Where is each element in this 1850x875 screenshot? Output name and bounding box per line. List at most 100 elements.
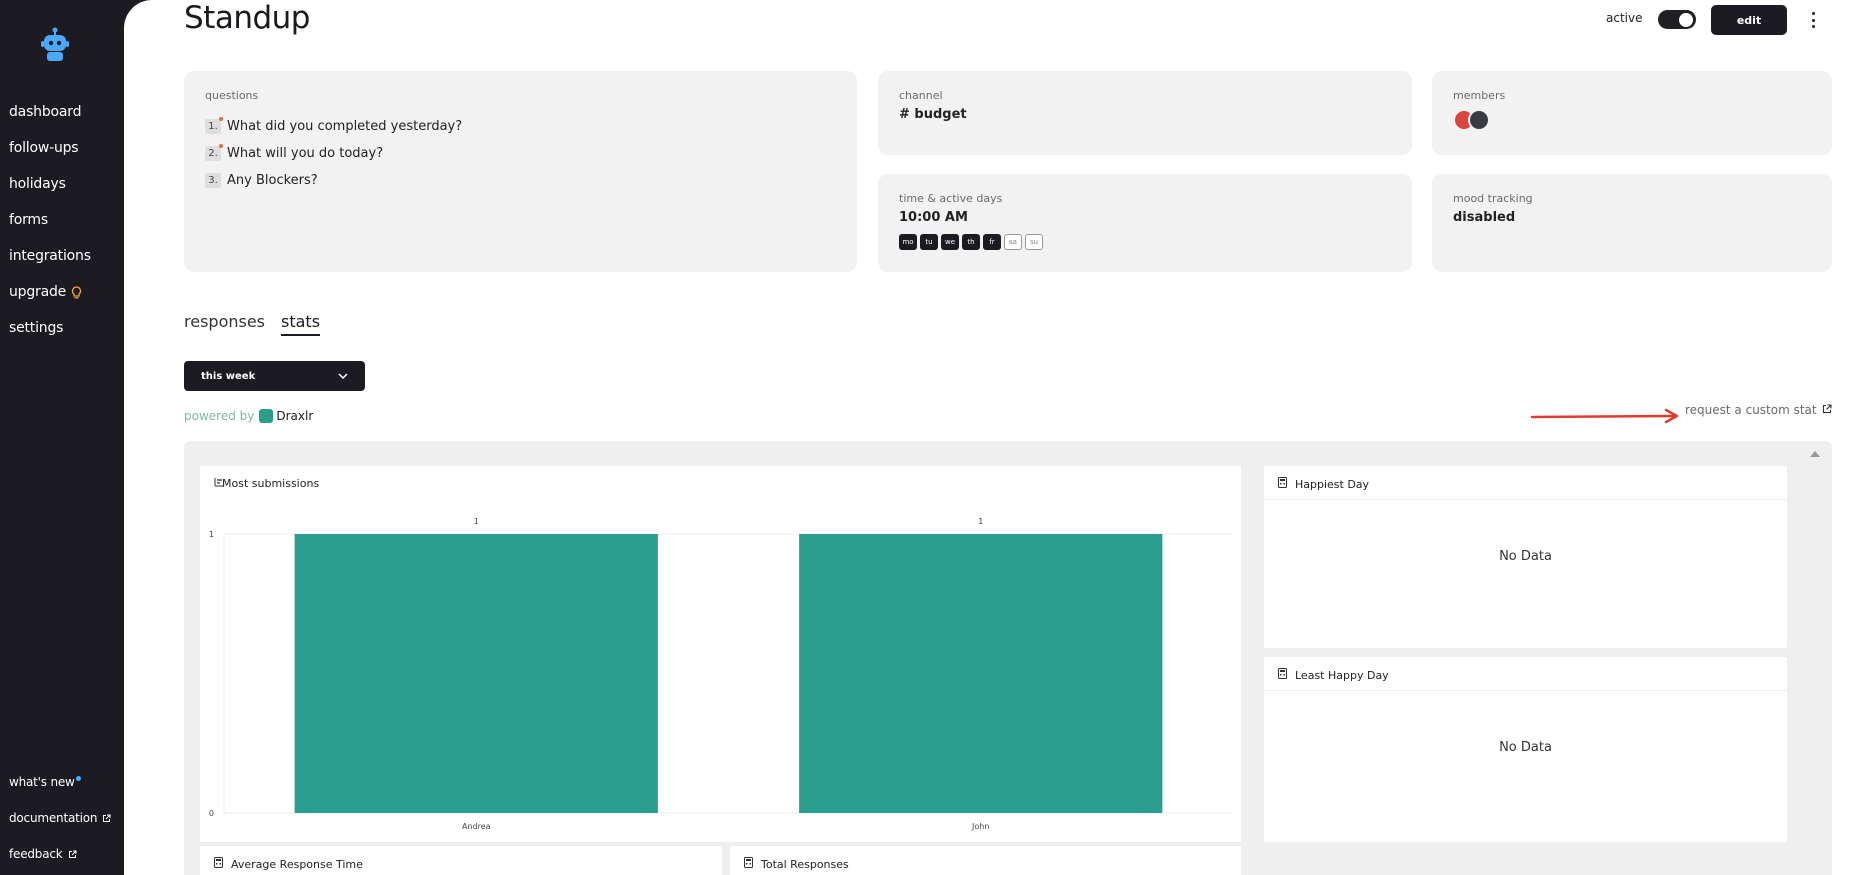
x-tick-label: Andrea <box>462 822 491 831</box>
notification-dot-icon <box>75 775 81 781</box>
calculator-icon <box>1278 477 1287 491</box>
annotation-arrow-icon <box>1530 408 1679 424</box>
member-avatars <box>1453 109 1490 131</box>
tab-responses[interactable]: responses <box>184 312 265 336</box>
day-badge-sa: sa <box>1004 234 1022 250</box>
day-badge-tu: tu <box>920 234 938 250</box>
chevron-down-icon <box>338 371 348 382</box>
channel-label: channel <box>899 89 943 102</box>
stats-panel: Most submissions 0 1 1 Andrea 1 John Happiest… <box>184 441 1832 875</box>
draxlr-brand[interactable]: Draxlr <box>276 409 313 423</box>
request-custom-stat-link[interactable]: request a custom stat <box>1685 403 1832 417</box>
active-label: active <box>1606 11 1643 25</box>
data-label: 1 <box>978 517 983 526</box>
x-tick-label: John <box>971 822 989 831</box>
nav-label: feedback <box>9 847 63 861</box>
question-text: Any Blockers? <box>227 173 318 188</box>
nav-item-whats-new[interactable]: what's new <box>9 764 111 800</box>
widget-title: Happiest Day <box>1278 477 1369 491</box>
widget-title: Average Response Time <box>214 857 363 871</box>
questions-label: questions <box>205 89 259 102</box>
nav-item-follow-ups[interactable]: follow-ups <box>9 130 91 166</box>
widget-title-text: Total Responses <box>761 857 849 871</box>
no-data-text: No Data <box>1499 549 1552 564</box>
data-label: 1 <box>474 517 479 526</box>
widget-title: Least Happy Day <box>1278 668 1389 682</box>
time-card: time & active days 10:00 AM mo tu we th … <box>878 174 1412 272</box>
bar <box>799 534 1163 813</box>
more-options-icon[interactable] <box>1807 9 1819 31</box>
most-submissions-widget: Most submissions 0 1 1 Andrea 1 John <box>200 466 1241 842</box>
time-label: time & active days <box>899 192 1003 205</box>
powered-by-text: powered by <box>184 409 255 423</box>
robot-logo-icon[interactable] <box>40 27 70 65</box>
day-badge-we: we <box>941 234 959 250</box>
questions-list: 1. What did you completed yesterday? 2. Wh… <box>205 113 462 194</box>
nav-item-integrations[interactable]: integrations <box>9 238 91 274</box>
calculator-icon <box>1278 668 1287 682</box>
custom-stat-label: request a custom stat <box>1685 403 1817 417</box>
day-badge-mo: mo <box>899 234 917 250</box>
nav-label: dashboard <box>9 104 82 120</box>
question-text: What will you do today? <box>227 146 384 161</box>
period-dropdown[interactable]: this week <box>184 361 365 391</box>
question-item: 1. What did you completed yesterday? <box>205 113 462 140</box>
question-item: 2. What will you do today? <box>205 140 462 167</box>
page-title: Standup <box>184 0 310 36</box>
mood-card: mood tracking disabled <box>1432 174 1832 272</box>
nav-label: documentation <box>9 811 98 825</box>
mood-label: mood tracking <box>1453 192 1533 205</box>
questions-card: questions 1. What did you completed yeste… <box>184 71 857 272</box>
nav-label: integrations <box>9 248 91 264</box>
average-response-time-widget: Average Response Time <box>200 846 722 875</box>
toggle-knob <box>1679 12 1693 27</box>
view-tabs: responses stats <box>184 312 321 336</box>
least-happy-day-widget: Least Happy Day No Data <box>1264 657 1787 842</box>
widget-title: Most submissions <box>214 477 319 490</box>
mood-value: disabled <box>1453 210 1516 225</box>
total-responses-widget: Total Responses <box>730 846 1241 875</box>
widget-title: Total Responses <box>744 857 849 871</box>
nav-item-upgrade[interactable]: upgrade <box>9 274 91 310</box>
widget-title-text: Average Response Time <box>231 857 363 871</box>
nav-item-settings[interactable]: settings <box>9 310 91 346</box>
main-nav: dashboard follow-ups holidays forms inte… <box>9 94 91 346</box>
active-toggle[interactable] <box>1658 10 1696 29</box>
edit-button[interactable]: edit <box>1711 5 1787 35</box>
external-link-icon <box>1822 403 1832 417</box>
nav-label: upgrade <box>9 284 67 300</box>
sidebar: dashboard follow-ups holidays forms inte… <box>0 0 124 875</box>
nav-item-documentation[interactable]: documentation <box>9 800 111 836</box>
nav-label: what's new <box>9 775 75 789</box>
powered-by: powered by Draxlr <box>184 409 313 423</box>
nav-item-holidays[interactable]: holidays <box>9 166 91 202</box>
bar <box>294 534 658 813</box>
lightbulb-icon <box>71 285 82 299</box>
active-days: mo tu we th fr sa su <box>899 234 1043 250</box>
no-data-text: No Data <box>1499 740 1552 755</box>
time-value: 10:00 AM <box>899 210 968 225</box>
widget-title-text: Least Happy Day <box>1295 668 1389 682</box>
nav-label: holidays <box>9 176 66 192</box>
question-number: 1. <box>205 117 223 134</box>
widget-title-text: Happiest Day <box>1295 477 1370 491</box>
nav-item-forms[interactable]: forms <box>9 202 91 238</box>
avatar[interactable] <box>1468 109 1490 131</box>
members-card: members <box>1432 71 1832 155</box>
happiest-day-widget: Happiest Day No Data <box>1264 466 1787 648</box>
secondary-nav: what's new documentation feedback <box>9 764 111 872</box>
external-link-icon <box>102 814 111 823</box>
tab-stats[interactable]: stats <box>281 312 321 336</box>
nav-item-feedback[interactable]: feedback <box>9 836 111 872</box>
y-tick-label: 0 <box>209 809 214 818</box>
calculator-icon <box>214 857 223 871</box>
scroll-up-arrow-icon[interactable] <box>1810 451 1820 457</box>
nav-item-dashboard[interactable]: dashboard <box>9 94 91 130</box>
question-item: 3. Any Blockers? <box>205 167 462 194</box>
y-tick-label: 1 <box>209 530 214 539</box>
channel-value: # budget <box>899 107 967 122</box>
day-badge-th: th <box>962 234 980 250</box>
external-link-icon <box>68 850 77 859</box>
day-badge-fr: fr <box>983 234 1001 250</box>
question-number: 3. <box>205 173 221 188</box>
